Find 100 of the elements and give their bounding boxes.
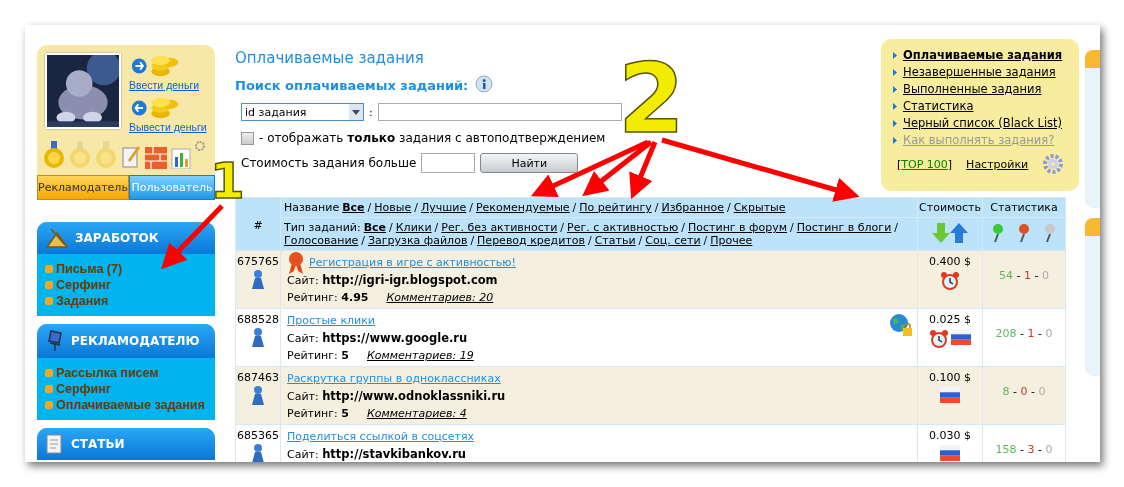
menu-link[interactable]: Незавершенные задания — [903, 64, 1056, 81]
task-id: 688528 — [237, 313, 279, 327]
sort-down-icon[interactable] — [932, 222, 951, 243]
site-url: http://www.odnoklassniki.ru — [322, 389, 506, 403]
stat-count: 0 — [1045, 327, 1053, 340]
annotation-number: 2 — [618, 43, 685, 155]
price: 0.100 $ — [928, 371, 973, 385]
separator: / — [367, 201, 372, 214]
colon: : — [369, 105, 373, 119]
filter-link[interactable]: Постинг в блоги — [796, 221, 892, 234]
search-type-select[interactable]: id задания — [241, 103, 364, 121]
autoconfirm-label: - отображать только задания с автоподтверждением — [259, 131, 606, 145]
coins-arrow-right-icon — [129, 53, 181, 79]
search-field[interactable] — [377, 103, 622, 121]
rating-value: 5 — [341, 349, 349, 362]
site-label: Сайт: — [287, 448, 319, 461]
cost-field[interactable] — [421, 153, 476, 173]
menu-link[interactable]: Рассылка писем — [56, 366, 159, 380]
section-title: СТАТЬИ — [71, 437, 125, 451]
bracket: [ — [897, 157, 902, 171]
task-id: 685365 — [237, 429, 279, 443]
site-url: https://www.google.ru — [322, 331, 468, 345]
separator: / — [654, 201, 659, 214]
filter-link[interactable]: Статьи — [594, 234, 636, 247]
alarm-clock-icon — [940, 271, 961, 291]
alarm-clock-icon — [929, 329, 950, 349]
menu-link[interactable]: Статистика — [903, 98, 974, 115]
filter-link[interactable]: Рег. без активности — [441, 221, 558, 234]
stat-count: 54 — [999, 269, 1013, 282]
filter-link[interactable]: Клики — [395, 221, 432, 234]
bullet-icon — [45, 369, 53, 377]
money-link[interactable]: Вывести деньги — [129, 121, 207, 133]
filter-link[interactable]: По рейтингу — [579, 201, 652, 214]
page-title: Оплачиваемые задания — [235, 49, 425, 67]
bracket: ] — [947, 157, 953, 171]
comments-link[interactable]: Комментариев: 19 — [366, 349, 474, 362]
filter-link[interactable]: Все — [342, 201, 365, 214]
task-link[interactable]: Простые клики — [287, 313, 375, 328]
top-link[interactable]: TOP 100 — [901, 157, 948, 171]
menu-link[interactable]: Выполненные задания — [903, 81, 1042, 98]
autoconfirm-checkbox[interactable] — [241, 131, 254, 145]
separator: - — [1013, 385, 1017, 398]
stat-count: 0 — [1020, 385, 1028, 398]
settings-link[interactable]: Настройки — [966, 157, 1029, 171]
rating-value: 5 — [341, 407, 349, 420]
settings-icon — [1042, 153, 1065, 175]
money-link[interactable]: Ввести деньги — [129, 79, 200, 91]
menu-link[interactable]: Черный список (Black List) — [903, 115, 1063, 132]
bullet-icon — [45, 385, 53, 393]
site-label: Сайт: — [287, 390, 319, 403]
role-tab[interactable]: Рекламодатель — [37, 175, 129, 200]
filter-link[interactable]: Голосование — [284, 234, 359, 247]
separator: - — [1038, 443, 1042, 456]
pin-icon — [991, 222, 1005, 243]
pawn-icon — [250, 385, 266, 407]
sort-up-icon[interactable] — [950, 222, 969, 243]
menu-link[interactable]: Задания — [56, 294, 109, 308]
filter-link[interactable]: Рег. с активностью — [567, 221, 679, 234]
filter-link[interactable]: Скрытые — [733, 201, 786, 214]
comments-link[interactable]: Комментариев: 4 — [366, 407, 467, 420]
filter-link[interactable]: Лучшие — [420, 201, 467, 214]
filter-link[interactable]: Прочее — [710, 234, 753, 247]
separator: - — [1038, 327, 1042, 340]
filter-link[interactable]: Постинг в форум — [688, 221, 788, 234]
filter-link[interactable]: Все — [363, 221, 387, 234]
stat-count: 3 — [1027, 443, 1035, 456]
menu-link[interactable]: Письма (7) — [56, 262, 123, 276]
notepad-icon — [45, 433, 65, 455]
section-title: ЗАРАБОТОК — [75, 231, 159, 245]
separator: / — [560, 221, 565, 234]
menu-link[interactable]: Серфинг — [56, 278, 111, 292]
column-header: # — [235, 197, 281, 251]
filter-link[interactable]: Избранное — [661, 201, 724, 214]
pyramid-icon — [45, 227, 69, 249]
menu-link[interactable]: Серфинг — [56, 382, 111, 396]
find-button[interactable]: Найти — [480, 153, 579, 173]
rating-label: Рейтинг: — [287, 407, 338, 420]
search-heading: Поиск оплачиваемых заданий: — [235, 77, 469, 93]
filter-label: Название — [284, 201, 340, 214]
filter-link[interactable]: Рекомендуемые — [475, 201, 570, 214]
task-link[interactable]: Поделиться ссылкой в соцсетях — [287, 429, 475, 444]
pawn-icon — [250, 443, 266, 462]
stat-count: 0 — [1038, 385, 1046, 398]
bullet-icon — [893, 52, 897, 59]
russian-flag-icon — [940, 387, 961, 403]
stat-count: 208 — [995, 327, 1017, 340]
pawn-icon — [250, 327, 266, 349]
stat-count: 0 — [1045, 443, 1053, 456]
filter-link[interactable]: Перевод кредитов — [477, 234, 585, 247]
menu-link[interactable]: Оплачиваемые задания — [56, 398, 205, 412]
filter-link[interactable]: Соц. сети — [645, 234, 701, 247]
filter-link[interactable]: Новые — [374, 201, 412, 214]
arrow — [161, 204, 224, 270]
filter-link[interactable]: Загрузка файлов — [368, 234, 468, 247]
comments-link[interactable]: Комментариев: 20 — [386, 291, 494, 304]
menu-link[interactable]: Оплачиваемые задания — [903, 47, 1063, 64]
separator: / — [572, 201, 577, 214]
rating-label: Рейтинг: — [287, 291, 338, 304]
coins-arrow-left-icon — [129, 95, 181, 121]
separator: / — [434, 221, 439, 234]
